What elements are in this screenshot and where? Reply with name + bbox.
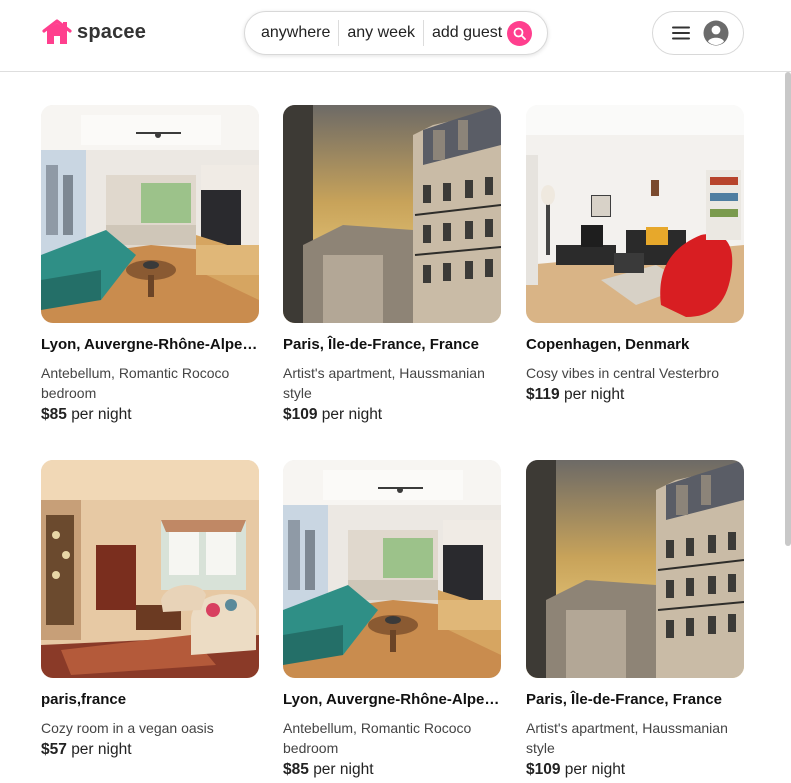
listing-location: paris,france bbox=[41, 691, 127, 708]
user-menu-button[interactable] bbox=[652, 11, 744, 55]
search-button[interactable] bbox=[507, 21, 532, 46]
listing-card[interactable]: Lyon, Auvergne-Rhône-Alpes, France Anteb… bbox=[41, 105, 259, 426]
search-location[interactable]: anywhere bbox=[245, 24, 338, 42]
price-amount: $85 bbox=[41, 406, 67, 423]
listing-price: $85 per night bbox=[41, 404, 259, 426]
listing-location: Lyon, Auvergne-Rhône-Alpes, France bbox=[41, 336, 259, 353]
listing-card[interactable]: paris,france Cozy room in a vegan oasis … bbox=[41, 460, 259, 761]
search-icon bbox=[513, 27, 526, 40]
listing-location: Paris, Île-de-France, France bbox=[526, 691, 722, 708]
price-amount: $109 bbox=[526, 761, 561, 778]
price-unit: per night bbox=[313, 761, 374, 778]
price-amount: $85 bbox=[283, 761, 309, 778]
price-amount: $57 bbox=[41, 741, 67, 758]
top-nav: spacee anywhere any week add guest bbox=[0, 0, 791, 72]
listing-photo[interactable] bbox=[526, 105, 744, 323]
listing-description: Antebellum, Romantic Rococo bedroom bbox=[283, 720, 472, 756]
listing-price: $119 per night bbox=[526, 384, 744, 406]
price-unit: per night bbox=[71, 741, 132, 758]
listing-location: Copenhagen, Denmark bbox=[526, 336, 690, 353]
price-unit: per night bbox=[321, 406, 383, 423]
hamburger-icon bbox=[672, 26, 690, 40]
listing-price: $109 per night bbox=[283, 404, 501, 426]
listing-photo[interactable] bbox=[283, 460, 501, 678]
scrollbar[interactable] bbox=[785, 72, 791, 546]
listing-photo[interactable] bbox=[41, 105, 259, 323]
listing-card[interactable]: Lyon, Auvergne-Rhône-Alpes, France Anteb… bbox=[283, 460, 501, 781]
brand-name: spacee bbox=[77, 20, 147, 43]
listing-card[interactable]: Paris, Île-de-France, France Artist's ap… bbox=[283, 105, 501, 426]
listing-description: Artist's apartment, Haussmanian style bbox=[526, 720, 728, 756]
price-unit: per night bbox=[564, 761, 626, 778]
listing-card[interactable]: Paris, Île-de-France, France Artist's ap… bbox=[526, 460, 744, 781]
house-logo-icon bbox=[42, 19, 72, 44]
listing-photo[interactable] bbox=[283, 105, 501, 323]
price-amount: $119 bbox=[526, 386, 560, 403]
price-amount: $109 bbox=[283, 406, 318, 423]
search-dates[interactable]: any week bbox=[339, 24, 423, 42]
listing-price: $109 per night bbox=[526, 759, 744, 781]
price-unit: per night bbox=[71, 406, 132, 423]
listing-price: $85 per night bbox=[283, 759, 501, 781]
listing-location: Lyon, Auvergne-Rhône-Alpes, France bbox=[283, 691, 501, 708]
listing-description: Cosy vibes in central Vesterbro bbox=[526, 365, 719, 381]
listing-photo[interactable] bbox=[41, 460, 259, 678]
listing-location: Paris, Île-de-France, France bbox=[283, 336, 479, 353]
listing-description: Antebellum, Romantic Rococo bedroom bbox=[41, 365, 230, 401]
listing-description: Artist's apartment, Haussmanian style bbox=[283, 365, 485, 401]
search-bar[interactable]: anywhere any week add guest bbox=[244, 11, 548, 55]
logo[interactable]: spacee bbox=[42, 18, 146, 46]
listing-price: $57 per night bbox=[41, 739, 259, 761]
search-guests[interactable]: add guest bbox=[424, 24, 510, 42]
listing-photo[interactable] bbox=[526, 460, 744, 678]
price-unit: per night bbox=[563, 386, 625, 403]
user-avatar-icon bbox=[703, 20, 729, 46]
listing-description: Cozy room in a vegan oasis bbox=[41, 720, 214, 736]
listing-card[interactable]: Copenhagen, Denmark Cosy vibes in centra… bbox=[526, 105, 744, 406]
